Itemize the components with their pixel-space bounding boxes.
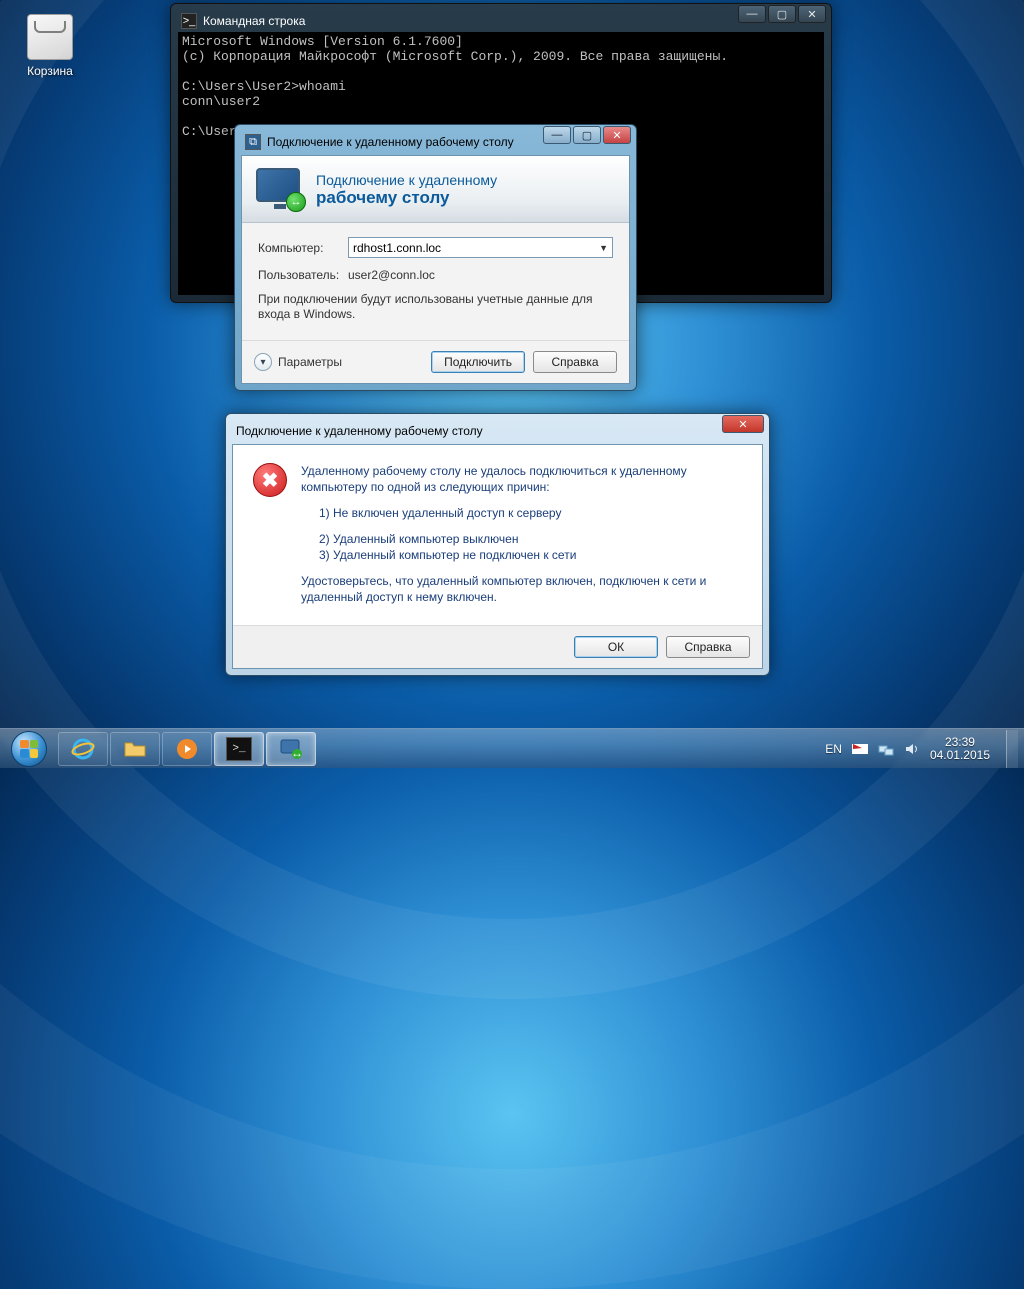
rdp-icon: ↔: [278, 737, 304, 761]
computer-combo[interactable]: rdhost1.conn.loc ▼: [348, 237, 613, 258]
help-button[interactable]: Справка: [666, 636, 750, 658]
start-button[interactable]: [6, 731, 52, 767]
rdp-window: ⧉ Подключение к удаленному рабочему стол…: [234, 124, 637, 391]
close-button[interactable]: ✕: [722, 415, 764, 433]
connect-button[interactable]: Подключить: [431, 351, 525, 373]
tray-clock[interactable]: 23:39 04.01.2015: [930, 736, 990, 762]
computer-label: Компьютер:: [258, 241, 348, 255]
tray-flag-icon[interactable]: [852, 741, 868, 757]
cmd-icon: >_: [226, 737, 252, 761]
show-desktop-button[interactable]: [1006, 730, 1018, 768]
recycle-bin-label: Корзина: [15, 64, 85, 78]
taskbar: >_ ↔ EN 23:39 04.01.2015: [0, 728, 1024, 768]
error-dialog: Подключение к удаленному рабочему столу …: [225, 413, 770, 676]
close-button[interactable]: ✕: [603, 126, 631, 144]
chevron-down-icon: ▾: [254, 353, 272, 371]
play-icon: [174, 737, 200, 761]
minimize-button[interactable]: —: [543, 126, 571, 144]
rdp-header: ↔ Подключение к удаленному рабочему стол…: [242, 156, 629, 223]
rdp-head-line1: Подключение к удаленному: [316, 172, 497, 188]
help-button[interactable]: Справка: [533, 351, 617, 373]
folder-icon: [122, 737, 148, 761]
date-text: 04.01.2015: [930, 749, 990, 762]
windows-logo-icon: [11, 731, 47, 767]
svg-text:↔: ↔: [291, 746, 303, 760]
taskbar-ie[interactable]: [58, 732, 108, 766]
minimize-button[interactable]: —: [738, 5, 766, 23]
recycle-bin-icon: [27, 14, 73, 60]
credentials-note: При подключении будут использованы учетн…: [258, 292, 613, 322]
rdp-title: Подключение к удаленному рабочему столу: [267, 135, 514, 149]
language-indicator[interactable]: EN: [825, 742, 842, 756]
cmd-titlebar[interactable]: >_ Командная строка: [177, 10, 825, 32]
user-label: Пользователь:: [258, 268, 348, 282]
tray-volume-icon[interactable]: [904, 741, 920, 757]
error-title: Подключение к удаленному рабочему столу: [236, 424, 483, 438]
maximize-button[interactable]: ▢: [573, 126, 601, 144]
recycle-bin[interactable]: Корзина: [15, 14, 85, 78]
taskbar-rdp[interactable]: ↔: [266, 732, 316, 766]
maximize-button[interactable]: ▢: [768, 5, 796, 23]
tray-network-icon[interactable]: [878, 741, 894, 757]
error-message: Удаленному рабочему столу не удалось под…: [301, 463, 742, 615]
chevron-down-icon: ▼: [599, 243, 608, 253]
cmd-icon: >_: [181, 13, 197, 29]
close-button[interactable]: ✕: [798, 5, 826, 23]
params-toggle[interactable]: ▾ Параметры: [254, 353, 342, 371]
ie-icon: [70, 737, 96, 761]
error-titlebar[interactable]: Подключение к удаленному рабочему столу: [232, 420, 763, 442]
params-label: Параметры: [278, 355, 342, 369]
time-text: 23:39: [930, 736, 990, 749]
rdp-titlebar[interactable]: ⧉ Подключение к удаленному рабочему стол…: [241, 131, 630, 153]
taskbar-explorer[interactable]: [110, 732, 160, 766]
rdp-head-line2: рабочему столу: [316, 188, 497, 208]
taskbar-mediaplayer[interactable]: [162, 732, 212, 766]
computer-value: rdhost1.conn.loc: [353, 241, 441, 255]
cmd-output[interactable]: Microsoft Windows [Version 6.1.7600] (c)…: [178, 32, 824, 295]
error-icon: ✖: [253, 463, 287, 497]
rdp-logo-icon: ↔: [256, 168, 306, 212]
rdp-window-icon: ⧉: [245, 134, 261, 150]
cmd-title: Командная строка: [203, 14, 305, 28]
user-value: user2@conn.loc: [348, 268, 435, 282]
ok-button[interactable]: ОК: [574, 636, 658, 658]
cmd-window: >_ Командная строка — ▢ ✕ Microsoft Wind…: [170, 3, 832, 303]
taskbar-cmd[interactable]: >_: [214, 732, 264, 766]
